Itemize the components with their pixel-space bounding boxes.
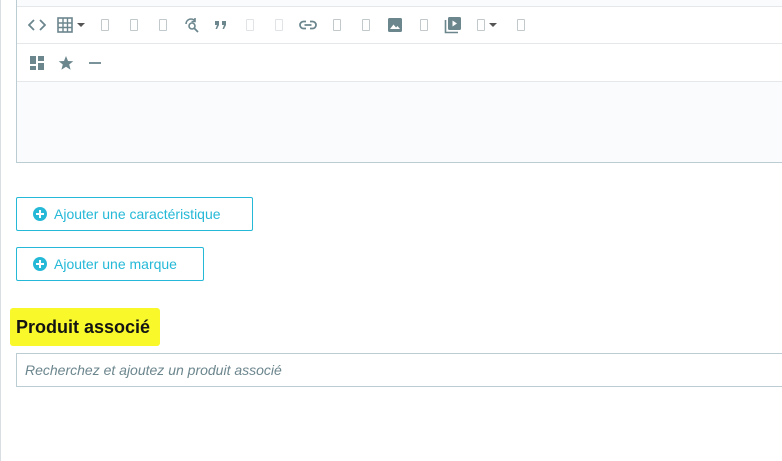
related-product-heading: Produit associé (10, 308, 161, 346)
code-icon[interactable] (25, 13, 49, 37)
blockquote-icon[interactable] (209, 13, 233, 37)
missing-glyph-icon[interactable] (122, 13, 146, 37)
editor-toolbar-row-2 (17, 44, 782, 82)
add-circle-icon (33, 257, 47, 271)
image-icon[interactable] (383, 13, 407, 37)
dropdown-caret (489, 23, 497, 27)
link-icon[interactable] (296, 13, 320, 37)
add-feature-label: Ajouter une caractéristique (54, 206, 221, 222)
left-divider (0, 0, 1, 461)
find-replace-icon[interactable] (180, 13, 204, 37)
table-icon[interactable] (54, 13, 88, 37)
missing-glyph-icon[interactable] (354, 13, 378, 37)
editor-toolbar-row-1 (17, 6, 782, 44)
horizontal-rule-icon[interactable] (83, 51, 107, 75)
related-product-search-input[interactable] (16, 353, 782, 387)
missing-glyph-icon[interactable] (151, 13, 175, 37)
editor-content-area[interactable] (17, 82, 782, 162)
missing-glyph-icon[interactable] (267, 13, 291, 37)
missing-glyph-icon[interactable] (93, 13, 117, 37)
star-icon[interactable] (54, 51, 78, 75)
media-icon[interactable] (441, 13, 465, 37)
missing-glyph-icon[interactable] (509, 13, 533, 37)
add-brand-button[interactable]: Ajouter une marque (16, 247, 204, 281)
missing-glyph-icon[interactable] (325, 13, 349, 37)
missing-glyph-icon[interactable] (238, 13, 262, 37)
table-dropdown-caret (77, 23, 85, 27)
add-brand-label: Ajouter une marque (54, 256, 177, 272)
rich-text-editor (16, 0, 782, 163)
template-icon[interactable] (25, 51, 49, 75)
missing-glyph-icon[interactable] (470, 13, 504, 37)
add-feature-button[interactable]: Ajouter une caractéristique (16, 197, 253, 231)
missing-glyph-icon[interactable] (412, 13, 436, 37)
add-circle-icon (33, 207, 47, 221)
